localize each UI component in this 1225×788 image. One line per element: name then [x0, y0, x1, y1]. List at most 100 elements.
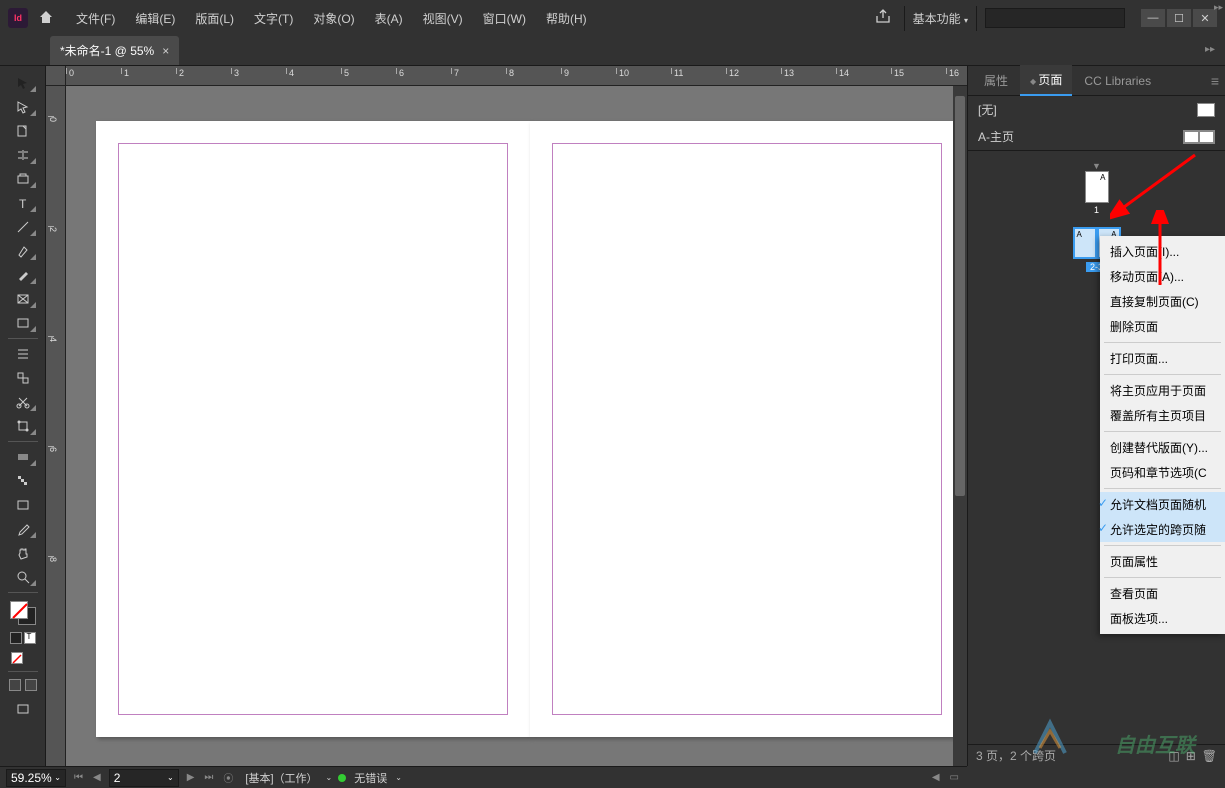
- ctx-alt-layout[interactable]: 创建替代版面(Y)...: [1100, 435, 1225, 460]
- svg-text:T: T: [19, 197, 27, 210]
- next-page-icon[interactable]: ▶: [185, 772, 197, 783]
- app-badge-icon: Id: [8, 8, 28, 28]
- line-tool[interactable]: [8, 216, 38, 238]
- direct-selection-tool[interactable]: [8, 96, 38, 118]
- panel-menu-icon[interactable]: ≡: [1211, 73, 1219, 89]
- tab-pages[interactable]: 页面: [1020, 65, 1072, 96]
- toolbox-expand-icon[interactable]: ▸▸: [1214, 2, 1223, 13]
- gradient-swatch-tool[interactable]: [8, 446, 38, 468]
- formatting-text-icon[interactable]: T: [24, 632, 36, 644]
- master-a-row[interactable]: A-主页: [968, 123, 1225, 150]
- panel-tab-strip: 属性 页面 CC Libraries ≡: [968, 66, 1225, 96]
- ctx-duplicate-pages[interactable]: 直接复制页面(C): [1100, 289, 1225, 314]
- page-left[interactable]: [96, 121, 530, 737]
- menu-file[interactable]: 文件(F): [68, 6, 123, 31]
- first-page-icon[interactable]: ⏮: [72, 772, 85, 783]
- pasteboard: [66, 86, 967, 766]
- page-right[interactable]: [530, 121, 964, 737]
- pencil-tool[interactable]: [8, 264, 38, 286]
- ruler-horizontal[interactable]: 012345678910111213141516: [66, 66, 967, 86]
- maximize-button[interactable]: ☐: [1167, 9, 1191, 27]
- status-bar: 59.25%⌄ ⏮ ◀ 2⌄ ▶ ⏭ ⦿ [基本]（工作）⌄ 无错误⌄ ◀ ▭: [0, 766, 967, 788]
- note-tool[interactable]: [8, 494, 38, 516]
- ctx-view-pages[interactable]: 查看页面: [1100, 581, 1225, 606]
- menu-view[interactable]: 视图(V): [415, 6, 471, 31]
- content-collector-tool[interactable]: [8, 168, 38, 190]
- zoom-tool[interactable]: [8, 566, 38, 588]
- ctx-print-pages[interactable]: 打印页面...: [1100, 346, 1225, 371]
- rectangle-tool[interactable]: [8, 312, 38, 334]
- hand-tool[interactable]: [8, 542, 38, 564]
- cell-tool[interactable]: [8, 367, 38, 389]
- titlebar: Id 文件(F) 编辑(E) 版面(L) 文字(T) 对象(O) 表(A) 视图…: [0, 0, 1225, 36]
- ruler-vertical[interactable]: 02468: [46, 86, 66, 766]
- ctx-allow-spread-shuffle[interactable]: 允许选定的跨页随: [1100, 517, 1225, 542]
- last-page-icon[interactable]: ⏭: [202, 772, 215, 783]
- minimize-button[interactable]: —: [1141, 9, 1165, 27]
- menu-type[interactable]: 文字(T): [246, 6, 301, 31]
- normal-mode-icon[interactable]: [9, 679, 21, 691]
- ruler-origin[interactable]: [46, 66, 66, 86]
- rectangle-frame-tool[interactable]: [8, 288, 38, 310]
- open-navigator-icon[interactable]: ⦿: [221, 770, 235, 785]
- gap-grid-tool[interactable]: [8, 343, 38, 365]
- prev-page-icon[interactable]: ◀: [91, 772, 103, 783]
- selection-tool[interactable]: [8, 72, 38, 94]
- ctx-allow-shuffle[interactable]: 允许文档页面随机: [1100, 492, 1225, 517]
- ctx-insert-pages[interactable]: 插入页面(I)...: [1100, 239, 1225, 264]
- ctx-panel-options[interactable]: 面板选项...: [1100, 606, 1225, 631]
- preview-mode-icon[interactable]: [25, 679, 37, 691]
- ctx-apply-master[interactable]: 将主页应用于页面: [1100, 378, 1225, 403]
- share-icon[interactable]: [874, 7, 896, 29]
- expand-panels-icon[interactable]: ▸▸: [1205, 44, 1215, 55]
- search-input[interactable]: [985, 8, 1125, 28]
- tab-cc-libraries[interactable]: CC Libraries: [1074, 68, 1161, 94]
- master-none-row[interactable]: [无]: [968, 96, 1225, 123]
- zoom-input[interactable]: 59.25%⌄: [6, 769, 66, 787]
- delete-page-icon[interactable]: 🗑: [1202, 749, 1217, 763]
- menu-edit[interactable]: 编辑(E): [127, 6, 183, 31]
- free-transform-tool[interactable]: [8, 415, 38, 437]
- ctx-numbering[interactable]: 页码和章节选项(C: [1100, 460, 1225, 485]
- tab-properties[interactable]: 属性: [974, 66, 1018, 95]
- type-tool[interactable]: T: [8, 192, 38, 214]
- fill-stroke-swatch[interactable]: [10, 601, 36, 623]
- ctx-override-master[interactable]: 覆盖所有主页项目: [1100, 403, 1225, 428]
- context-menu: 插入页面(I)... 移动页面(A)... 直接复制页面(C) 删除页面 打印页…: [1100, 236, 1225, 634]
- page-flow-indicator-icon: ▼: [968, 161, 1225, 171]
- edit-page-size-icon[interactable]: ◫: [1168, 749, 1179, 763]
- ctx-delete-pages[interactable]: 删除页面: [1100, 314, 1225, 339]
- workspace-switcher[interactable]: 基本功能 ▾: [904, 6, 977, 31]
- collapse-status-icon[interactable]: ◀: [930, 772, 942, 783]
- screen-mode-tool[interactable]: [8, 698, 38, 720]
- home-icon[interactable]: [38, 9, 54, 28]
- default-swap-none-swatch[interactable]: [10, 651, 36, 667]
- gap-tool[interactable]: [8, 144, 38, 166]
- apply-color-icon[interactable]: [10, 632, 22, 644]
- scissors-tool[interactable]: [8, 391, 38, 413]
- page-number-input[interactable]: 2⌄: [109, 769, 179, 787]
- scrollbar-thumb[interactable]: [955, 96, 965, 496]
- ctx-move-pages[interactable]: 移动页面(A)...: [1100, 264, 1225, 289]
- new-page-icon[interactable]: ⊞: [1186, 749, 1196, 763]
- document-tab[interactable]: *未命名-1 @ 55% ×: [50, 36, 179, 65]
- ctx-page-attributes[interactable]: 页面属性: [1100, 549, 1225, 574]
- vertical-scrollbar[interactable]: [953, 86, 967, 766]
- gradient-feather-tool[interactable]: [8, 470, 38, 492]
- page-1-thumb[interactable]: A: [1085, 171, 1109, 203]
- pen-tool[interactable]: [8, 240, 38, 262]
- close-tab-icon[interactable]: ×: [162, 44, 169, 58]
- canvas[interactable]: 012345678910111213141516 02468: [46, 66, 967, 766]
- menu-window[interactable]: 窗口(W): [475, 6, 534, 31]
- menu-help[interactable]: 帮助(H): [538, 6, 595, 31]
- eyedropper-tool[interactable]: [8, 518, 38, 540]
- pages-panel-footer: 3 页，2 个跨页 ◫ ⊞ 🗑: [968, 744, 1225, 766]
- screen-mode-status-icon[interactable]: ▭: [948, 772, 961, 783]
- menu-table[interactable]: 表(A): [367, 6, 411, 31]
- style-status[interactable]: [基本]（工作）⌄: [241, 770, 332, 786]
- menu-layout[interactable]: 版面(L): [187, 6, 242, 31]
- preflight-status[interactable]: 无错误⌄: [338, 770, 402, 786]
- menu-object[interactable]: 对象(O): [305, 6, 362, 31]
- page-tool[interactable]: [8, 120, 38, 142]
- document-tab-strip: *未命名-1 @ 55% × ▸▸: [0, 36, 1225, 66]
